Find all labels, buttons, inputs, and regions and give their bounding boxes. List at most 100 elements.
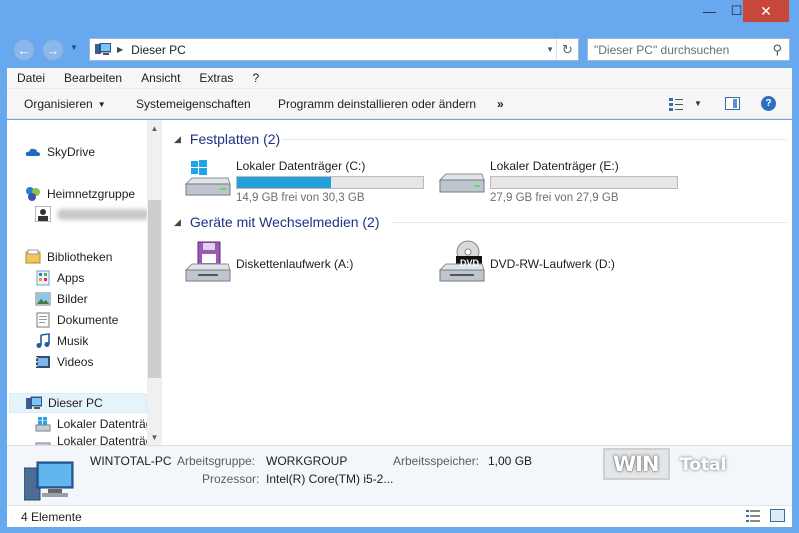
nav-item-label: Lokaler Datenträger (E:) xyxy=(57,434,147,445)
menu-ansicht[interactable]: Ansicht xyxy=(131,71,189,85)
drive-usage-bar xyxy=(490,176,678,189)
nav-item-label: Videos xyxy=(57,355,94,369)
content-area: SkyDrive Heimnetzgruppe Bibliotheken App… xyxy=(7,120,792,445)
device-tile-floppy[interactable]: Diskettenlaufwerk (A:) xyxy=(184,240,434,290)
nav-item-label: Musik xyxy=(57,334,89,348)
device-name: DVD-RW-Laufwerk (D:) xyxy=(490,257,615,271)
breadcrumb-separator-icon[interactable]: ▶ xyxy=(117,45,123,54)
drive-tile-e[interactable]: Lokaler Datenträger (E:) 27,9 GB frei vo… xyxy=(438,156,688,206)
scrollbar-thumb[interactable] xyxy=(148,200,161,378)
address-row: ← → ▼ ▶ Dieser PC ▼ ↻ "Dieser PC" durchs… xyxy=(0,30,799,66)
drive-tile-c[interactable]: Lokaler Datenträger (C:) 14,9 GB frei vo… xyxy=(184,156,434,206)
wintotal-watermark: WIN Total xyxy=(603,448,727,480)
computer-icon xyxy=(26,396,42,409)
nav-item-homegroup[interactable]: Heimnetzgruppe xyxy=(25,184,165,204)
windows-drive-icon xyxy=(35,417,51,432)
menu-extras[interactable]: Extras xyxy=(189,71,242,85)
nav-item-label: Dokumente xyxy=(57,313,119,327)
navigation-scrollbar[interactable]: ▲ ▼ xyxy=(147,120,162,445)
nav-item-skydrive[interactable]: SkyDrive xyxy=(25,142,165,162)
chevron-down-icon: ▼ xyxy=(97,100,106,109)
windows-drive-icon xyxy=(184,160,231,196)
scroll-down-icon[interactable]: ▼ xyxy=(147,429,162,445)
preview-pane-icon[interactable] xyxy=(725,97,740,110)
recent-locations-icon[interactable]: ▼ xyxy=(70,43,78,52)
drive-icon xyxy=(35,442,51,445)
drive-free-space: 27,9 GB frei von 27,9 GB xyxy=(490,192,619,204)
nav-item-local-disk-e[interactable]: Lokaler Datenträger (E:) xyxy=(35,434,147,445)
refresh-button[interactable]: ↻ xyxy=(556,39,578,60)
breadcrumb-item[interactable]: Dieser PC xyxy=(131,43,186,57)
cloud-icon xyxy=(25,148,40,156)
ram-label: Arbeitsspeicher: xyxy=(393,454,480,468)
pc-name: WINTOTAL-PC xyxy=(90,454,172,468)
more-commands-button[interactable]: » xyxy=(497,97,504,111)
workgroup-value: WORKGROUP xyxy=(266,454,348,468)
ram-value: 1,00 GB xyxy=(488,454,533,468)
change-view-icon[interactable] xyxy=(669,97,683,111)
usage-fill xyxy=(237,177,332,188)
nav-item-label: Dieser PC xyxy=(48,396,103,410)
menu-bearbeiten[interactable]: Bearbeiten xyxy=(54,71,131,85)
minimize-button[interactable]: — xyxy=(696,0,723,22)
nav-item-label: SkyDrive xyxy=(47,145,96,159)
search-input[interactable]: "Dieser PC" durchsuchen ⚲ xyxy=(587,38,790,61)
device-tile-dvd[interactable]: DVD DVD-RW-Laufwerk (D:) xyxy=(438,240,688,290)
drive-name: Lokaler Datenträger (E:) xyxy=(490,159,619,173)
address-bar[interactable]: ▶ Dieser PC ▼ ↻ xyxy=(89,38,579,61)
group-header-removable[interactable]: ◢ Geräte mit Wechselmedien (2) xyxy=(174,213,380,231)
computer-icon xyxy=(95,43,111,55)
nav-item-this-pc[interactable]: Dieser PC xyxy=(9,393,147,413)
organize-label: Organisieren xyxy=(24,97,93,111)
search-placeholder: "Dieser PC" durchsuchen xyxy=(594,42,730,57)
collapse-chevron-icon[interactable]: ◢ xyxy=(174,134,181,145)
menu-help[interactable]: ? xyxy=(242,71,268,85)
drive-name: Lokaler Datenträger (C:) xyxy=(236,159,366,173)
collapse-chevron-icon[interactable]: ◢ xyxy=(174,217,181,228)
group-title: Festplatten (2) xyxy=(189,131,281,147)
pictures-icon xyxy=(35,292,51,306)
drive-icon xyxy=(438,173,485,193)
documents-icon xyxy=(36,312,50,328)
navigation-pane: SkyDrive Heimnetzgruppe Bibliotheken App… xyxy=(7,120,162,445)
close-button[interactable]: ✕ xyxy=(743,0,789,22)
group-header-hard-disks[interactable]: ◢ Festplatten (2) xyxy=(174,130,280,148)
group-title: Geräte mit Wechselmedien (2) xyxy=(189,214,380,230)
nav-item-local-disk-c[interactable]: Lokaler Datenträger (C:) xyxy=(35,414,147,434)
group-divider xyxy=(391,222,787,223)
computer-icon xyxy=(24,461,74,501)
cpu-value: Intel(R) Core(TM) i5-2... xyxy=(266,472,394,486)
nav-item-label: Bibliotheken xyxy=(47,250,113,264)
forward-button[interactable]: → xyxy=(42,39,64,61)
homegroup-icon xyxy=(26,187,40,201)
scroll-up-icon[interactable]: ▲ xyxy=(147,120,162,136)
back-button[interactable]: ← xyxy=(13,39,35,61)
item-count: 4 Elemente xyxy=(21,510,82,524)
workgroup-label: Arbeitsgruppe: xyxy=(177,454,256,468)
cpu-label: Prozessor: xyxy=(202,472,260,486)
menu-bar: Datei Bearbeiten Ansicht Extras ? xyxy=(7,68,792,88)
tiles-view-icon[interactable] xyxy=(770,509,785,522)
menu-datei[interactable]: Datei xyxy=(7,71,54,85)
details-view-icon[interactable] xyxy=(746,510,760,522)
uninstall-program-button[interactable]: Programm deinstallieren oder ändern xyxy=(278,97,476,111)
details-pane: WINTOTAL-PC Arbeitsgruppe: WORKGROUP Arb… xyxy=(7,445,792,505)
address-dropdown-icon[interactable]: ▼ xyxy=(546,45,554,54)
command-bar: Organisieren ▼ Systemeigenschaften Progra… xyxy=(7,88,792,119)
watermark-win: WIN xyxy=(613,452,660,476)
explorer-window: — ☐ ✕ ← → ▼ ▶ Dieser PC ▼ ↻ "Dieser PC" … xyxy=(0,0,799,533)
organize-button[interactable]: Organisieren ▼ xyxy=(24,97,106,111)
system-properties-button[interactable]: Systemeigenschaften xyxy=(136,97,251,111)
library-icon xyxy=(25,249,41,264)
search-icon[interactable]: ⚲ xyxy=(772,42,782,58)
view-dropdown-icon[interactable]: ▼ xyxy=(694,99,702,108)
title-bar[interactable]: — ☐ ✕ xyxy=(0,0,799,30)
user-avatar-icon xyxy=(35,206,51,222)
help-button[interactable]: ? xyxy=(761,96,776,111)
watermark-total: Total xyxy=(680,455,727,475)
nav-item-libraries[interactable]: Bibliotheken xyxy=(25,247,165,267)
items-pane: ◢ Festplatten (2) Lokaler Datenträger (C… xyxy=(162,120,792,445)
nav-item-label: Bilder xyxy=(57,292,88,306)
apps-icon xyxy=(36,270,50,286)
device-name: Diskettenlaufwerk (A:) xyxy=(236,257,354,271)
